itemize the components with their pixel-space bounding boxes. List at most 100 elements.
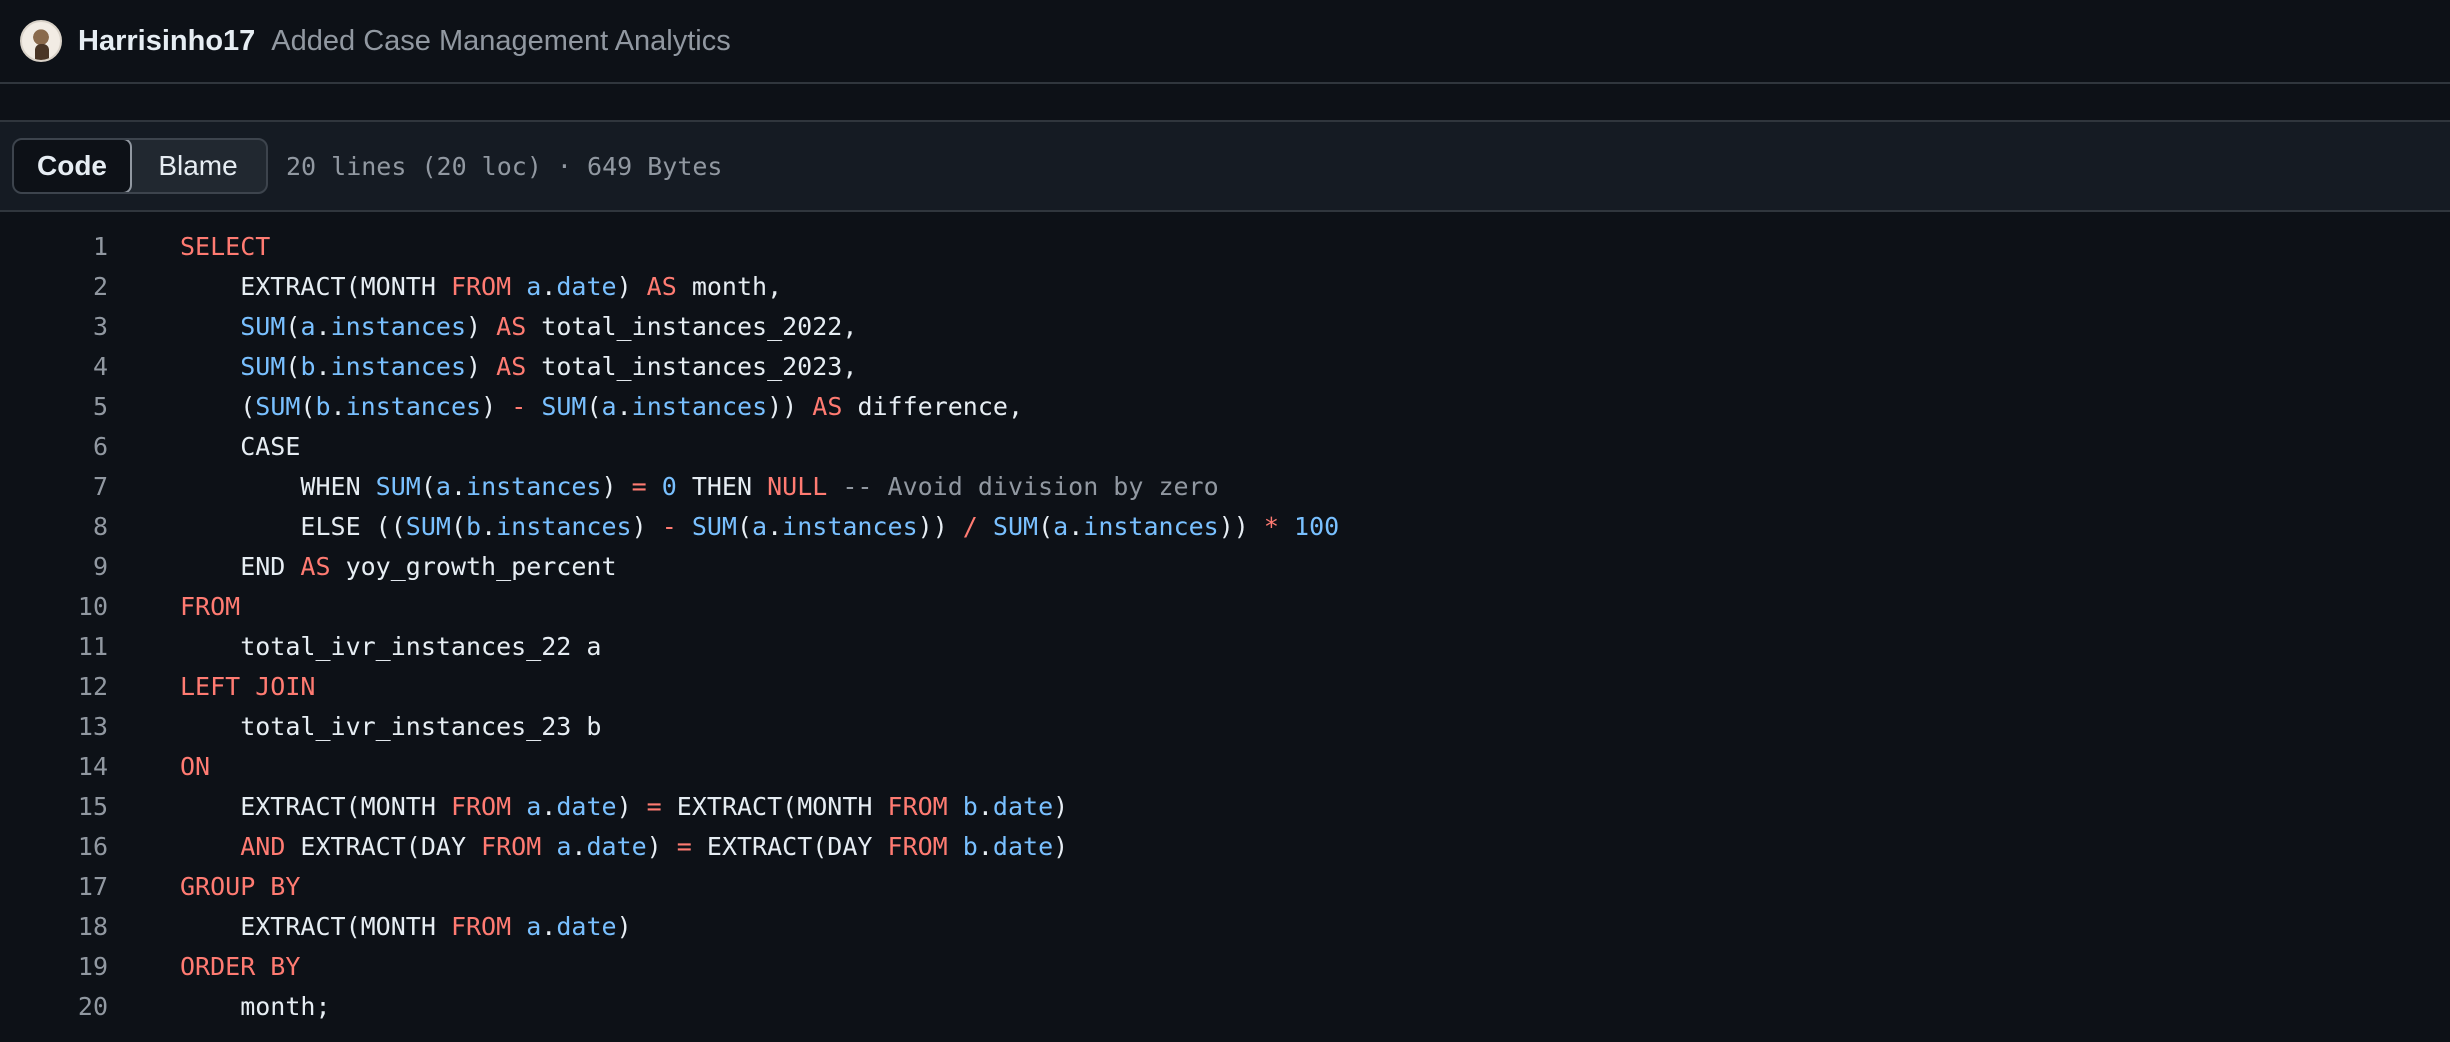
identifier-token: b [315,391,331,421]
code-view: 1 SELECT 2 EXTRACT(MONTH FROM a.date) AS… [0,226,2450,1026]
line-number[interactable]: 18 [0,912,108,941]
line-number[interactable]: 2 [0,272,108,301]
text-token: ) [466,351,497,381]
text-token: total_ivr_instances_23 b [180,711,602,741]
line-number[interactable]: 9 [0,552,108,581]
tab-blame[interactable]: Blame [130,140,266,192]
keyword-token: FROM [450,911,512,941]
keyword-token: LEFT JOIN [180,671,316,701]
line-number[interactable]: 4 [0,352,108,381]
code-text: END AS yoy_growth_percent [180,552,616,581]
line-number[interactable]: 3 [0,312,108,341]
commit-message[interactable]: Added Case Management Analytics [271,25,730,58]
operator-token: = [676,831,692,861]
number-token: 0 [661,471,677,501]
identifier-token: a [526,791,542,821]
commit-bar: Harrisinho17 Added Case Management Analy… [0,0,2450,84]
user-avatar-icon[interactable] [20,20,62,62]
tab-code[interactable]: Code [14,140,132,192]
code-line: 15 EXTRACT(MONTH FROM a.date) = EXTRACT(… [0,786,2450,826]
function-token: SUM [691,511,737,541]
line-number[interactable]: 7 [0,472,108,501]
text-token: EXTRACT(MONTH [180,791,451,821]
text-token: . [977,791,993,821]
text-token: total_ivr_instances_22 a [180,631,602,661]
commit-author[interactable]: Harrisinho17 [78,25,255,58]
code-line: 8 ELSE ((SUM(b.instances) - SUM(a.instan… [0,506,2450,546]
code-text: GROUP BY [180,872,300,901]
text-token: ) [1053,791,1069,821]
line-number[interactable]: 12 [0,672,108,701]
line-number[interactable]: 1 [0,232,108,261]
keyword-token: ON [180,751,211,781]
line-number[interactable]: 6 [0,432,108,461]
code-text: EXTRACT(MONTH FROM a.date) = EXTRACT(MON… [180,792,1068,821]
text-token: . [315,311,331,341]
line-number[interactable]: 14 [0,752,108,781]
text-token: )) [1218,511,1264,541]
text-token: . [541,791,557,821]
text-token: ( [300,391,316,421]
code-text: CASE [180,432,300,461]
code-line: 12 LEFT JOIN [0,666,2450,706]
function-token: SUM [240,311,286,341]
code-line: 4 SUM(b.instances) AS total_instances_20… [0,346,2450,386]
line-number[interactable]: 20 [0,992,108,1021]
text-token: . [616,391,632,421]
text-token: ( [285,351,301,381]
text-token: ( [586,391,602,421]
identifier-token: date [992,831,1054,861]
identifier-token: instances [466,471,602,501]
text-token: difference, [842,391,1024,421]
line-number[interactable]: 19 [0,952,108,981]
line-number[interactable]: 17 [0,872,108,901]
line-number[interactable]: 16 [0,832,108,861]
identifier-token: b [300,351,316,381]
identifier-token: instances [782,511,918,541]
text-token: month, [676,271,783,301]
identifier-token: a [1053,511,1069,541]
line-number[interactable]: 10 [0,592,108,621]
code-line: 11 total_ivr_instances_22 a [0,626,2450,666]
identifier-token: a [300,311,316,341]
code-text: total_ivr_instances_23 b [180,712,601,741]
keyword-token: AS [646,271,677,301]
code-text: total_ivr_instances_22 a [180,632,601,661]
code-line: 13 total_ivr_instances_23 b [0,706,2450,746]
identifier-token: a [526,271,542,301]
line-number[interactable]: 8 [0,512,108,541]
text-token: EXTRACT(DAY [691,831,888,861]
operator-token: * [1263,511,1279,541]
code-line: 19 ORDER BY [0,946,2450,986]
code-text: FROM [180,592,240,621]
keyword-token: FROM [180,591,241,621]
code-line: 18 EXTRACT(MONTH FROM a.date) [0,906,2450,946]
function-token: SUM [992,511,1039,541]
line-number[interactable]: 15 [0,792,108,821]
code-text: ON [180,752,210,781]
text-token: ) [1053,831,1069,861]
text-token: EXTRACT(DAY [285,831,482,861]
identifier-token: date [556,791,617,821]
line-number[interactable]: 5 [0,392,108,421]
text-token: ) [601,471,632,501]
keyword-token: FROM [887,831,948,861]
code-text: month; [180,992,330,1021]
text-token: . [977,831,993,861]
text-token: . [315,351,331,381]
code-line: 9 END AS yoy_growth_percent [0,546,2450,586]
code-text: SUM(a.instances) AS total_instances_2022… [180,312,857,341]
code-line: 6 CASE [0,426,2450,466]
identifier-token: instances [496,511,632,541]
function-token: SUM [541,391,587,421]
text-token: ( [450,511,466,541]
line-number[interactable]: 11 [0,632,108,661]
line-number[interactable]: 13 [0,712,108,741]
code-line: 5 (SUM(b.instances) - SUM(a.instances)) … [0,386,2450,426]
